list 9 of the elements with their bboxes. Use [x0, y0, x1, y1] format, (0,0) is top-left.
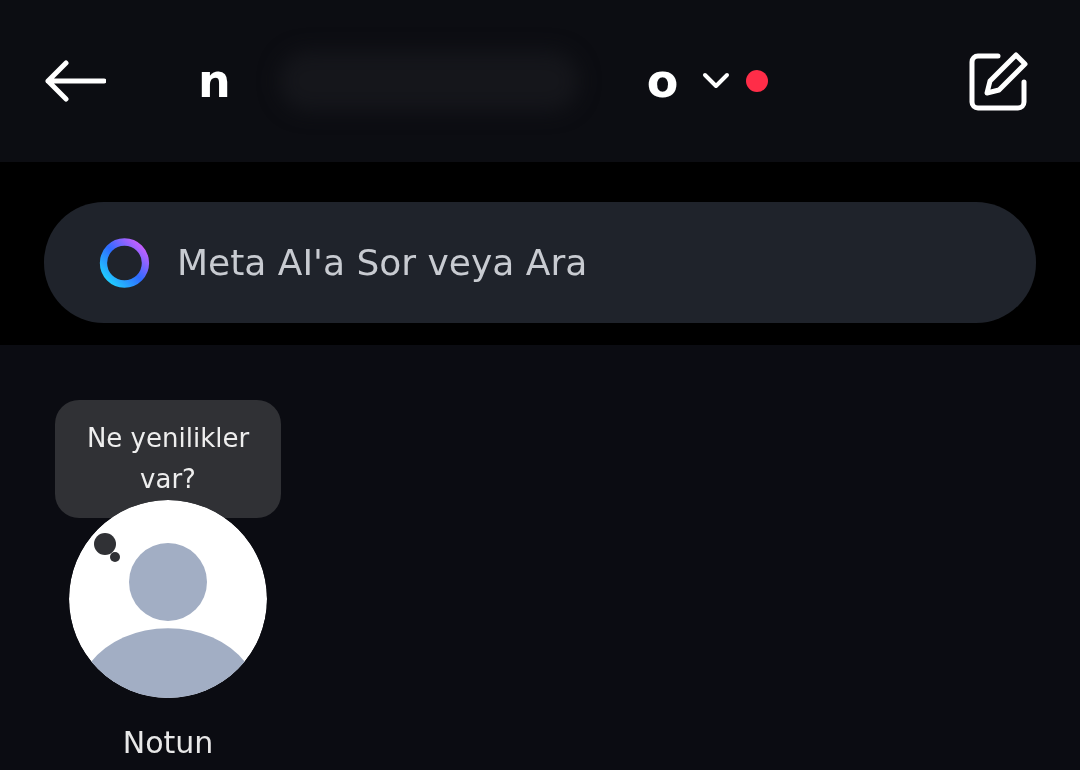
- note-bubble[interactable]: Ne yenilikler var?: [55, 400, 281, 518]
- account-title[interactable]: n: [198, 46, 231, 116]
- compose-icon[interactable]: [968, 50, 1030, 112]
- note-label: Notun: [121, 724, 215, 762]
- chevron-down-icon[interactable]: [702, 72, 731, 90]
- avatar[interactable]: [69, 500, 267, 698]
- account-title[interactable]: o: [646, 46, 679, 116]
- back-icon[interactable]: [44, 59, 106, 103]
- search-bar[interactable]: Meta AI'a Sor veya Ara: [44, 202, 1036, 323]
